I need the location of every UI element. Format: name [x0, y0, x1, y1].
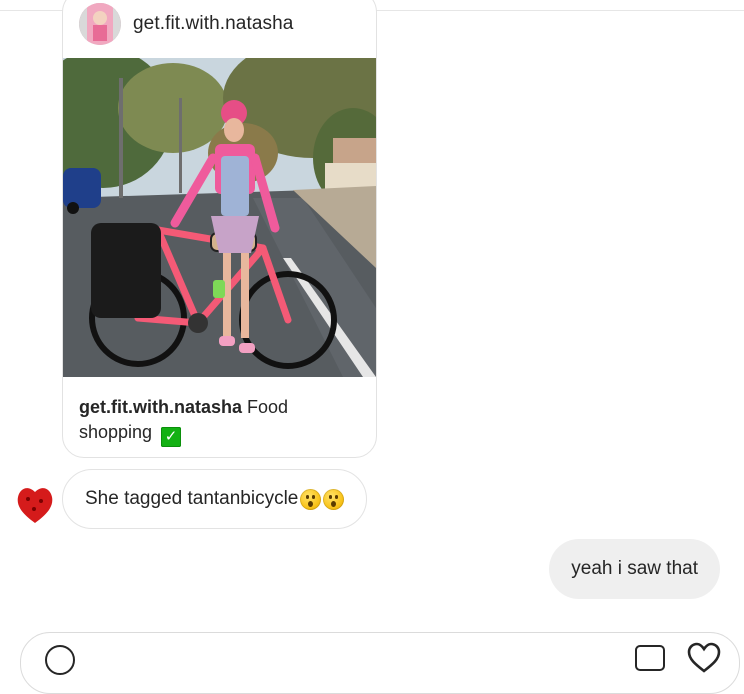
astonished-emoji-icon — [323, 488, 345, 510]
post-photo[interactable] — [63, 58, 376, 377]
outgoing-message-bubble[interactable]: yeah i saw that — [549, 539, 720, 599]
post-caption: get.fit.with.natasha Food shopping ✓ — [79, 395, 359, 447]
message-composer[interactable] — [20, 632, 740, 694]
astonished-emoji-icon — [300, 488, 322, 510]
sender-avatar[interactable] — [14, 483, 56, 525]
post-author-avatar[interactable] — [79, 3, 121, 45]
outgoing-message-text: yeah i saw that — [571, 558, 698, 579]
post-header[interactable]: get.fit.with.natasha — [79, 3, 293, 45]
caption-username[interactable]: get.fit.with.natasha — [79, 397, 242, 417]
heart-icon[interactable] — [687, 642, 721, 674]
image-icon[interactable] — [635, 645, 665, 671]
shared-post-card[interactable]: get.fit.with.natasha get.fit.with.natash… — [62, 0, 377, 458]
incoming-message-bubble[interactable]: She tagged tantanbicycle — [62, 469, 368, 529]
emoji-icon[interactable] — [45, 645, 75, 675]
post-author-username[interactable]: get.fit.with.natasha — [133, 13, 293, 35]
check-emoji-icon: ✓ — [161, 427, 182, 447]
incoming-message-text: She tagged tantanbicycle — [85, 488, 299, 509]
